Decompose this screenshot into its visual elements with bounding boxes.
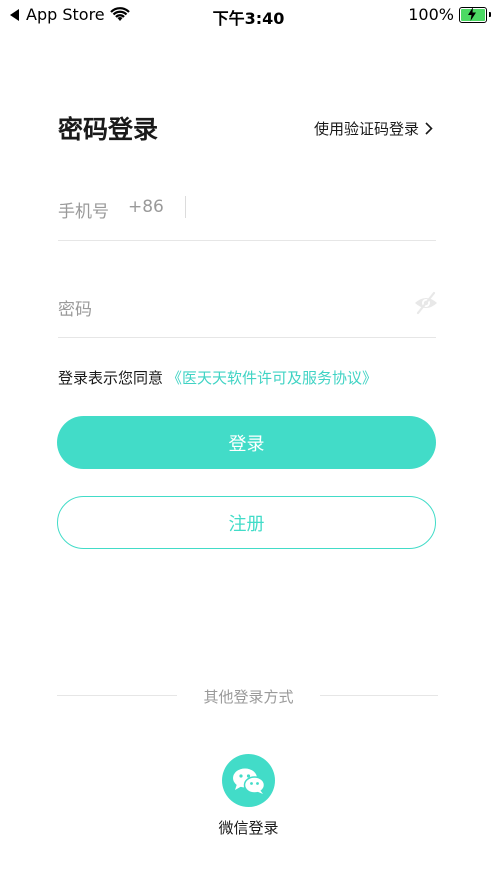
phone-input[interactable] bbox=[198, 192, 432, 226]
register-button[interactable]: 注册 bbox=[57, 496, 436, 549]
battery-indicator: 100% bbox=[408, 5, 491, 24]
battery-percentage: 100% bbox=[408, 5, 454, 24]
phone-divider bbox=[185, 196, 186, 218]
password-input[interactable] bbox=[58, 290, 402, 324]
status-bar: App Store 下午3:40 100% bbox=[0, 0, 497, 30]
phone-label: 手机号 bbox=[58, 202, 109, 222]
agreement-link[interactable]: 《医天天软件许可及服务协议》 bbox=[167, 369, 377, 387]
eye-hidden-icon[interactable] bbox=[413, 291, 439, 315]
wechat-login-button[interactable] bbox=[222, 754, 275, 807]
wechat-icon bbox=[232, 768, 265, 794]
agreement-prefix: 登录表示您同意 bbox=[58, 369, 164, 387]
other-login-divider-right bbox=[320, 695, 438, 696]
wechat-login-label: 微信登录 bbox=[218, 819, 279, 837]
phone-field: 手机号 +86 bbox=[58, 180, 436, 241]
switch-to-code-login[interactable]: 使用验证码登录 bbox=[314, 118, 433, 139]
switch-to-code-login-label: 使用验证码登录 bbox=[313, 120, 419, 138]
charging-bolt-icon bbox=[468, 6, 476, 21]
password-field: 密码 bbox=[58, 278, 439, 338]
agreement-text: 登录表示您同意 《医天天软件许可及服务协议》 bbox=[58, 367, 377, 388]
country-code[interactable]: +86 bbox=[128, 197, 164, 217]
login-button[interactable]: 登录 bbox=[57, 416, 436, 469]
other-login-title: 其他登录方式 bbox=[203, 688, 294, 706]
page-title: 密码登录 bbox=[58, 115, 159, 144]
battery-icon bbox=[459, 6, 491, 23]
chevron-right-icon bbox=[425, 122, 433, 135]
